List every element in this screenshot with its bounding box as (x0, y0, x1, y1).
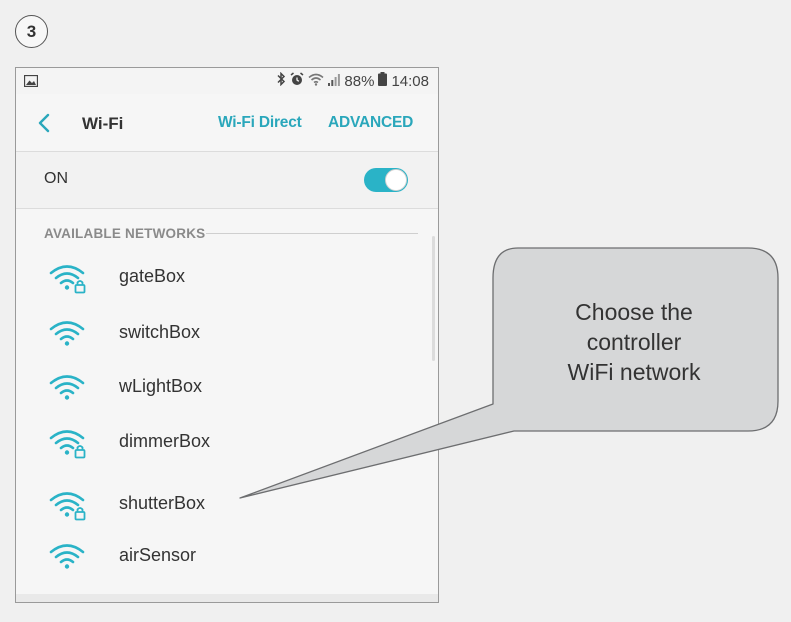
wifi-icon (49, 371, 89, 410)
network-name: airSensor (119, 545, 197, 565)
callout-line: controller (586, 329, 682, 355)
clock-time: 14:08 (391, 72, 429, 90)
available-networks-header: AVAILABLE NETWORKS (44, 226, 206, 241)
network-item-wlightbox[interactable]: wLightBox (16, 365, 438, 409)
wifi-lock-icon (49, 488, 89, 527)
callout-line: WiFi network (567, 359, 701, 385)
wifi-icon (49, 540, 89, 579)
phone-screen: 88% 14:08 Wi-Fi Wi-Fi Direct ADVANCED ON… (15, 67, 439, 603)
wifi-toggle[interactable] (364, 168, 408, 192)
section-divider (206, 233, 418, 234)
callout-line: Choose the (575, 299, 693, 325)
wifi-master-switch-row[interactable]: ON (16, 152, 438, 209)
toggle-knob (385, 169, 407, 191)
network-name: wLightBox (119, 376, 203, 396)
wifi-lock-icon (49, 426, 89, 465)
alarm-icon (290, 72, 304, 90)
network-item-dimmerbox[interactable]: dimmerBox (16, 420, 438, 464)
wifi-toolbar: Wi-Fi Wi-Fi Direct ADVANCED (16, 94, 438, 152)
wifi-switch-label: ON (44, 170, 68, 187)
back-arrow-icon[interactable] (38, 113, 50, 138)
network-name: dimmerBox (119, 431, 211, 451)
callout-text: Choose the controller WiFi network (490, 297, 778, 387)
wifi-icon (49, 317, 89, 356)
wifi-direct-button[interactable]: Wi-Fi Direct (218, 114, 302, 132)
network-item-airsensor[interactable]: airSensor (16, 534, 438, 578)
advanced-button[interactable]: ADVANCED (328, 114, 413, 132)
network-item-gatebox[interactable]: gateBox (16, 255, 438, 299)
wifi-icon (308, 73, 324, 90)
status-bar: 88% 14:08 (16, 68, 438, 94)
wifi-lock-icon (49, 261, 89, 300)
signal-icon (328, 73, 341, 90)
network-name: gateBox (119, 266, 186, 286)
battery-icon (378, 72, 388, 90)
network-item-switchbox[interactable]: switchBox (16, 311, 438, 355)
network-name: switchBox (119, 322, 201, 342)
bluetooth-icon (276, 71, 286, 90)
battery-percent: 88% (344, 72, 375, 90)
network-item-shutterbox[interactable]: shutterBox (16, 482, 438, 526)
list-bottom-edge (16, 594, 438, 602)
image-icon (23, 74, 39, 91)
step-number-badge: 3 (15, 15, 48, 48)
network-name: shutterBox (119, 493, 206, 513)
page-title: Wi-Fi (82, 114, 124, 133)
